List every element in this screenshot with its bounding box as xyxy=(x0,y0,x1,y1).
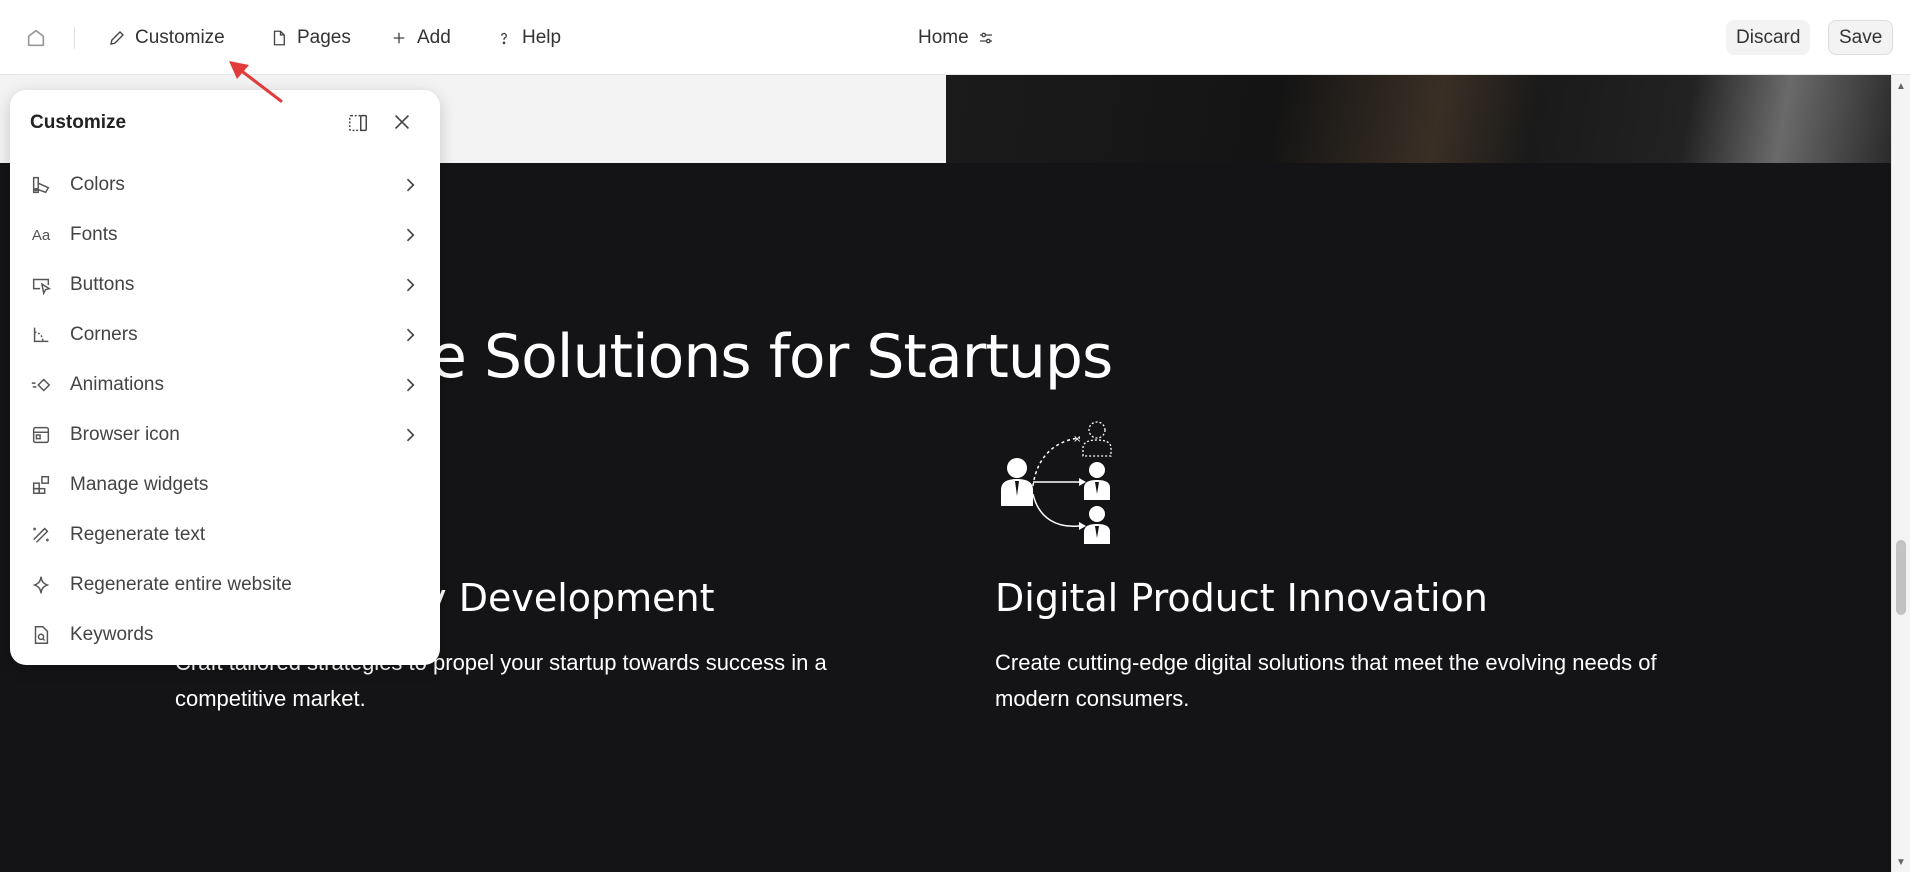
toolbar-divider xyxy=(74,27,75,49)
scroll-up-arrow-icon[interactable]: ▲ xyxy=(1896,81,1906,92)
delegation-people-icon: × xyxy=(1001,421,1112,544)
page-selector[interactable]: Home xyxy=(918,0,995,75)
menu-item-regenerate-website[interactable]: Regenerate entire website xyxy=(10,560,440,610)
customize-button[interactable]: Customize xyxy=(108,0,225,75)
svg-text:×: × xyxy=(1073,434,1081,445)
chevron-right-icon xyxy=(406,228,415,242)
annotation-arrow-icon xyxy=(229,61,283,103)
menu-item-animations[interactable]: Animations xyxy=(10,360,440,410)
hero-photo xyxy=(946,75,1891,163)
browser-icon xyxy=(30,424,52,446)
help-button[interactable]: Help xyxy=(495,0,561,75)
palette-icon xyxy=(30,174,52,196)
font-icon: Aa xyxy=(31,226,51,244)
corner-icon xyxy=(30,324,52,346)
menu-item-fonts[interactable]: Aa Fonts xyxy=(10,210,440,260)
menu-item-label: Colors xyxy=(70,174,125,195)
scroll-down-arrow-icon[interactable]: ▼ xyxy=(1896,857,1906,868)
page-icon xyxy=(273,30,285,45)
chevron-right-icon xyxy=(406,278,415,292)
save-button[interactable]: Save xyxy=(1828,20,1894,55)
dock-panel-icon[interactable] xyxy=(347,112,369,134)
menu-item-browser-icon[interactable]: Browser icon xyxy=(10,410,440,460)
panel-title: Customize xyxy=(30,112,127,133)
menu-item-colors[interactable]: Colors xyxy=(10,160,440,210)
page-scrollbar[interactable]: ▲ ▼ xyxy=(1891,75,1910,872)
menu-item-label: Keywords xyxy=(70,624,154,645)
menu-item-manage-widgets[interactable]: Manage widgets xyxy=(10,460,440,510)
menu-item-label: Animations xyxy=(70,374,164,395)
service-title-digital: Digital Product Innovation xyxy=(995,576,1488,620)
menu-item-label: Browser icon xyxy=(70,424,180,445)
question-icon xyxy=(501,32,507,44)
keyword-document-icon xyxy=(30,624,52,646)
current-page-label: Home xyxy=(918,26,969,48)
home-icon xyxy=(27,29,45,46)
customize-menu: Colors Aa Fonts Buttons Corners Animatio… xyxy=(10,160,440,660)
home-button[interactable] xyxy=(25,0,47,75)
settings-sliders-icon xyxy=(979,32,992,43)
customize-panel: Customize Colors Aa Fonts Buttons Corner… xyxy=(10,90,440,665)
chevron-right-icon xyxy=(406,328,415,342)
menu-item-label: Buttons xyxy=(70,274,135,295)
menu-item-corners[interactable]: Corners xyxy=(10,310,440,360)
top-toolbar: Customize Pages Add Help Home Discard Sa… xyxy=(0,0,1910,75)
menu-item-buttons[interactable]: Buttons xyxy=(10,260,440,310)
menu-item-label: Regenerate text xyxy=(70,524,206,545)
chevron-right-icon xyxy=(406,178,415,192)
widgets-icon xyxy=(30,474,52,496)
menu-item-regenerate-text[interactable]: Regenerate text xyxy=(10,510,440,560)
customize-label: Customize xyxy=(135,26,225,48)
animation-icon xyxy=(30,374,52,396)
sparkle-icon xyxy=(30,574,52,596)
service-desc-digital: Create cutting-edge digital solutions th… xyxy=(995,650,1657,711)
section-headline: e Solutions for Startups xyxy=(430,322,1113,392)
menu-item-label: Fonts xyxy=(70,224,118,245)
add-button[interactable]: Add xyxy=(390,0,451,75)
pages-label: Pages xyxy=(297,26,351,48)
add-label: Add xyxy=(417,26,451,48)
service-title-strategy: gy Development xyxy=(400,576,715,620)
plus-icon xyxy=(393,32,405,43)
menu-item-label: Corners xyxy=(70,324,138,345)
scroll-thumb[interactable] xyxy=(1896,540,1906,615)
discard-button[interactable]: Discard xyxy=(1726,20,1811,55)
menu-item-keywords[interactable]: Keywords xyxy=(10,610,440,660)
chevron-right-icon xyxy=(406,428,415,442)
close-icon[interactable] xyxy=(391,111,413,133)
magic-wand-icon xyxy=(30,524,52,546)
menu-item-label: Manage widgets xyxy=(70,474,209,495)
button-pointer-icon xyxy=(30,274,52,296)
menu-item-label: Regenerate entire website xyxy=(70,574,292,595)
pencil-icon xyxy=(110,30,124,45)
help-label: Help xyxy=(522,26,562,48)
chevron-right-icon xyxy=(406,378,415,392)
